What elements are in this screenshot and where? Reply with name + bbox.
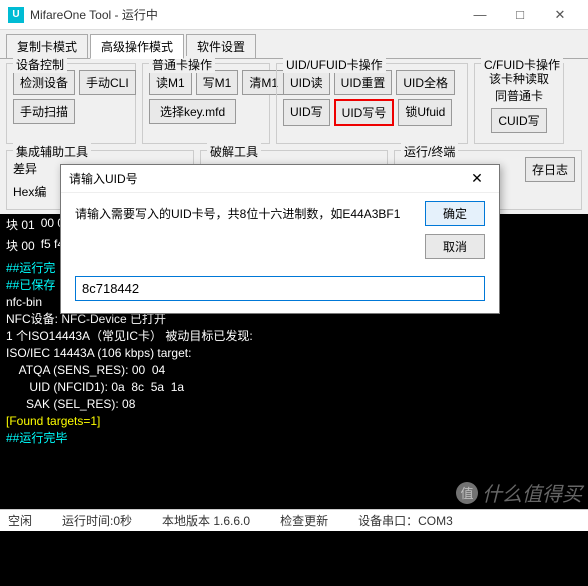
status-version: 本地版本 1.6.6.0 xyxy=(162,512,250,529)
cuid-write-button[interactable]: CUID写 xyxy=(491,108,546,133)
hex-label-1: 块 00 xyxy=(6,237,35,254)
dialog-cancel-button[interactable]: 取消 xyxy=(425,234,485,259)
group-device-legend: 设备控制 xyxy=(13,56,67,73)
group-crack-legend: 破解工具 xyxy=(207,143,261,160)
dialog-close-button[interactable]: ✕ xyxy=(463,166,491,192)
term-line: ##运行完 xyxy=(6,261,55,275)
term-line: UID (NFCID1): 0a 8c 5a 1a xyxy=(6,380,184,394)
status-check-update[interactable]: 检查更新 xyxy=(280,512,328,529)
hex-label-0: 块 01 xyxy=(6,216,35,233)
diff-label: 差异 xyxy=(13,157,37,180)
watermark-icon: 值 xyxy=(456,482,478,504)
term-line: NFC设备: NFC-Device 已打开 xyxy=(6,312,166,326)
close-button[interactable]: ✕ xyxy=(540,1,580,29)
watermark: 值 什么值得买 xyxy=(456,478,582,507)
check-device-button[interactable]: 检测设备 xyxy=(13,70,75,95)
tabs: 复制卡模式 高级操作模式 软件设置 xyxy=(0,30,588,59)
dialog-title: 请输入UID号 xyxy=(69,170,463,187)
term-line: 1 个ISO14443A（常见IC卡） 被动目标已发现: xyxy=(6,329,253,343)
manual-scan-button[interactable]: 手动扫描 xyxy=(13,99,75,124)
uid-input-dialog: 请输入UID号 ✕ 请输入需要写入的UID卡号，共8位十六进制数，如E44A3B… xyxy=(60,164,500,314)
group-uid-legend: UID/UFUID卡操作 xyxy=(283,56,386,73)
tab-advanced-mode[interactable]: 高级操作模式 xyxy=(90,34,184,59)
uid-write-num-button[interactable]: UID写号 xyxy=(334,99,395,126)
group-normal: 普通卡操作 读M1 写M1 清M1 选择key.mfd xyxy=(142,63,270,144)
group-device: 设备控制 检测设备 手动CLI 手动扫描 xyxy=(6,63,136,144)
hex-label: Hex编 xyxy=(13,180,46,203)
cfuid-note2: 同普通卡 xyxy=(481,87,557,104)
lock-ufuid-button[interactable]: 锁Ufuid xyxy=(398,99,452,126)
group-cfuid-legend: C/FUID卡操作 xyxy=(481,56,563,73)
uid-input[interactable] xyxy=(75,276,485,301)
term-line: ##运行完毕 xyxy=(6,431,67,445)
term-line: ##已保存 xyxy=(6,278,55,292)
dialog-ok-button[interactable]: 确定 xyxy=(425,201,485,226)
save-log-button[interactable]: 存日志 xyxy=(525,157,575,182)
group-runterm-legend: 运行/终端 xyxy=(401,143,458,160)
statusbar: 空闲 运行时间:0秒 本地版本 1.6.6.0 检查更新 设备串口：COM3 xyxy=(0,509,588,531)
group-cfuid: C/FUID卡操作 该卡种读取 同普通卡 CUID写 xyxy=(474,63,564,144)
term-line: ISO/IEC 14443A (106 kbps) target: xyxy=(6,346,191,360)
status-port: 设备串口：COM3 xyxy=(358,512,453,529)
app-icon: U xyxy=(8,7,24,23)
uid-reset-button[interactable]: UID重置 xyxy=(334,70,393,95)
term-line: [Found targets=1] xyxy=(6,414,100,428)
uid-read-button[interactable]: UID读 xyxy=(283,70,330,95)
dialog-message: 请输入需要写入的UID卡号，共8位十六进制数，如E44A3BF1 xyxy=(75,205,485,222)
maximize-button[interactable]: □ xyxy=(500,1,540,29)
status-idle: 空闲 xyxy=(8,512,32,529)
group-aux-legend: 集成辅助工具 xyxy=(13,143,91,160)
manual-cli-button[interactable]: 手动CLI xyxy=(79,70,136,95)
term-line: ATQA (SENS_RES): 00 04 xyxy=(6,363,165,377)
titlebar: U MifareOne Tool - 运行中 — □ ✕ xyxy=(0,0,588,30)
watermark-text: 什么值得买 xyxy=(482,478,582,507)
term-line: SAK (SEL_RES): 08 xyxy=(6,397,135,411)
window-title: MifareOne Tool - 运行中 xyxy=(30,6,460,23)
group-uid: UID/UFUID卡操作 UID读 UID重置 UID全格 UID写 UID写号… xyxy=(276,63,468,144)
minimize-button[interactable]: — xyxy=(460,1,500,29)
uid-write-button[interactable]: UID写 xyxy=(283,99,330,126)
select-key-button[interactable]: 选择key.mfd xyxy=(149,99,236,124)
status-runtime: 运行时间:0秒 xyxy=(62,512,132,529)
read-m1-button[interactable]: 读M1 xyxy=(149,70,192,95)
write-m1-button[interactable]: 写M1 xyxy=(196,70,239,95)
uid-all-button[interactable]: UID全格 xyxy=(396,70,455,95)
term-line: nfc-bin xyxy=(6,295,42,309)
